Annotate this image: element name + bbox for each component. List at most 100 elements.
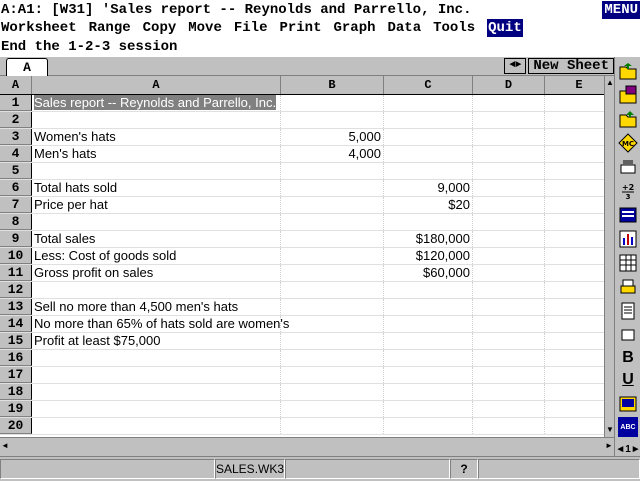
cell-b[interactable] xyxy=(281,418,384,434)
cell-a[interactable] xyxy=(32,112,281,128)
sheet-nav-arrows-icon[interactable]: ◄► xyxy=(504,58,527,74)
save-file-icon[interactable] xyxy=(618,85,638,105)
cell-d[interactable] xyxy=(473,248,545,264)
row-header[interactable]: 10 xyxy=(0,248,32,264)
cell-b[interactable] xyxy=(281,299,384,315)
new-sheet-button[interactable]: New Sheet xyxy=(528,58,614,74)
cell-d[interactable] xyxy=(473,282,545,298)
cell-a[interactable] xyxy=(32,282,281,298)
cell-d[interactable] xyxy=(473,214,545,230)
cell-c[interactable] xyxy=(384,333,473,349)
cell-a[interactable] xyxy=(32,350,281,366)
cell-b[interactable] xyxy=(281,367,384,383)
row-header[interactable]: 11 xyxy=(0,265,32,281)
cell-c[interactable] xyxy=(384,214,473,230)
table-icon[interactable] xyxy=(618,253,638,273)
cell-a[interactable]: Sell no more than 4,500 men's hats xyxy=(32,299,281,315)
cell-b[interactable] xyxy=(281,95,384,111)
cell-a[interactable]: Price per hat xyxy=(32,197,281,213)
cell-d[interactable] xyxy=(473,146,545,162)
cell-c[interactable]: $20 xyxy=(384,197,473,213)
cell-a[interactable] xyxy=(32,214,281,230)
cell-a[interactable]: Total hats sold xyxy=(32,180,281,196)
menu-item-move[interactable]: Move xyxy=(188,19,222,37)
preview-print-icon[interactable] xyxy=(618,277,638,297)
cell-c[interactable] xyxy=(384,282,473,298)
row-header[interactable]: 16 xyxy=(0,350,32,366)
row-header[interactable]: 17 xyxy=(0,367,32,383)
cell-d[interactable] xyxy=(473,350,545,366)
cell-d[interactable] xyxy=(473,384,545,400)
sheet-tab-a[interactable]: A xyxy=(6,58,48,76)
cell-b[interactable] xyxy=(281,333,384,349)
cell-c[interactable] xyxy=(384,418,473,434)
cell-a[interactable]: Profit at least $75,000 xyxy=(32,333,281,349)
cell-b[interactable] xyxy=(281,112,384,128)
printer-icon[interactable] xyxy=(618,157,638,177)
help-button[interactable]: ? xyxy=(450,459,478,479)
worksheet-grid[interactable]: A A B C D E 1 Sales report -- Reynolds an… xyxy=(0,76,614,437)
horizontal-scrollbar[interactable]: ◄ ► xyxy=(0,437,614,454)
cell-d[interactable] xyxy=(473,401,545,417)
row-header[interactable]: 7 xyxy=(0,197,32,213)
cell-b[interactable] xyxy=(281,248,384,264)
menu-item-quit[interactable]: Quit xyxy=(487,19,523,37)
row-header[interactable]: 4 xyxy=(0,146,32,162)
menu-item-file[interactable]: File xyxy=(234,19,268,37)
row-header[interactable]: 13 xyxy=(0,299,32,315)
row-header[interactable]: 15 xyxy=(0,333,32,349)
cell-b[interactable]: 4,000 xyxy=(281,146,384,162)
cell-a[interactable]: Sales report -- Reynolds and Parrello, I… xyxy=(32,95,281,111)
cell-c[interactable]: 9,000 xyxy=(384,180,473,196)
row-header[interactable]: 19 xyxy=(0,401,32,417)
macro-icon[interactable]: MC xyxy=(618,133,638,153)
cell-a[interactable]: Total sales xyxy=(32,231,281,247)
row-header[interactable]: 2 xyxy=(0,112,32,128)
cell-c[interactable] xyxy=(384,146,473,162)
cell-a[interactable] xyxy=(32,418,281,434)
outline-box-icon[interactable] xyxy=(618,325,638,345)
cell-d[interactable] xyxy=(473,316,545,332)
cell-a[interactable]: Men's hats xyxy=(32,146,281,162)
row-header[interactable]: 3 xyxy=(0,129,32,145)
sum-icon[interactable]: +2 3 xyxy=(618,181,638,201)
cell-d[interactable] xyxy=(473,163,545,179)
menu-item-worksheet[interactable]: Worksheet xyxy=(1,19,77,37)
cell-c[interactable] xyxy=(384,95,473,111)
cell-d[interactable] xyxy=(473,180,545,196)
cell-c[interactable]: $60,000 xyxy=(384,265,473,281)
cell-a[interactable]: Women's hats xyxy=(32,129,281,145)
cell-c[interactable] xyxy=(384,112,473,128)
column-header-c[interactable]: C xyxy=(384,76,473,94)
range-format-icon[interactable] xyxy=(618,205,638,225)
cell-c[interactable]: $120,000 xyxy=(384,248,473,264)
cell-a[interactable] xyxy=(32,163,281,179)
cell-b[interactable] xyxy=(281,197,384,213)
document-icon[interactable] xyxy=(618,301,638,321)
row-header[interactable]: 18 xyxy=(0,384,32,400)
cell-b[interactable] xyxy=(281,180,384,196)
cell-c[interactable] xyxy=(384,350,473,366)
cell-b[interactable] xyxy=(281,350,384,366)
cell-c[interactable] xyxy=(384,384,473,400)
cell-c[interactable] xyxy=(384,316,473,332)
cell-a[interactable]: Less: Cost of goods sold xyxy=(32,248,281,264)
cell-c[interactable]: $180,000 xyxy=(384,231,473,247)
cell-c[interactable] xyxy=(384,163,473,179)
menu-item-graph[interactable]: Graph xyxy=(333,19,375,37)
column-header-b[interactable]: B xyxy=(281,76,384,94)
spell-check-icon[interactable]: ABC xyxy=(618,417,638,437)
menu-item-copy[interactable]: Copy xyxy=(143,19,177,37)
column-header-d[interactable]: D xyxy=(473,76,545,94)
open-file-icon[interactable] xyxy=(618,61,638,81)
cell-b[interactable] xyxy=(281,231,384,247)
cell-d[interactable] xyxy=(473,333,545,349)
graph-icon[interactable] xyxy=(618,229,638,249)
row-header[interactable]: 1 xyxy=(0,95,32,111)
cell-a[interactable] xyxy=(32,401,281,417)
print-setup-icon[interactable] xyxy=(618,394,638,414)
scroll-right-icon[interactable]: ► xyxy=(604,439,614,453)
sheet-corner[interactable]: A xyxy=(0,76,32,94)
cell-c[interactable] xyxy=(384,367,473,383)
cell-d[interactable] xyxy=(473,367,545,383)
